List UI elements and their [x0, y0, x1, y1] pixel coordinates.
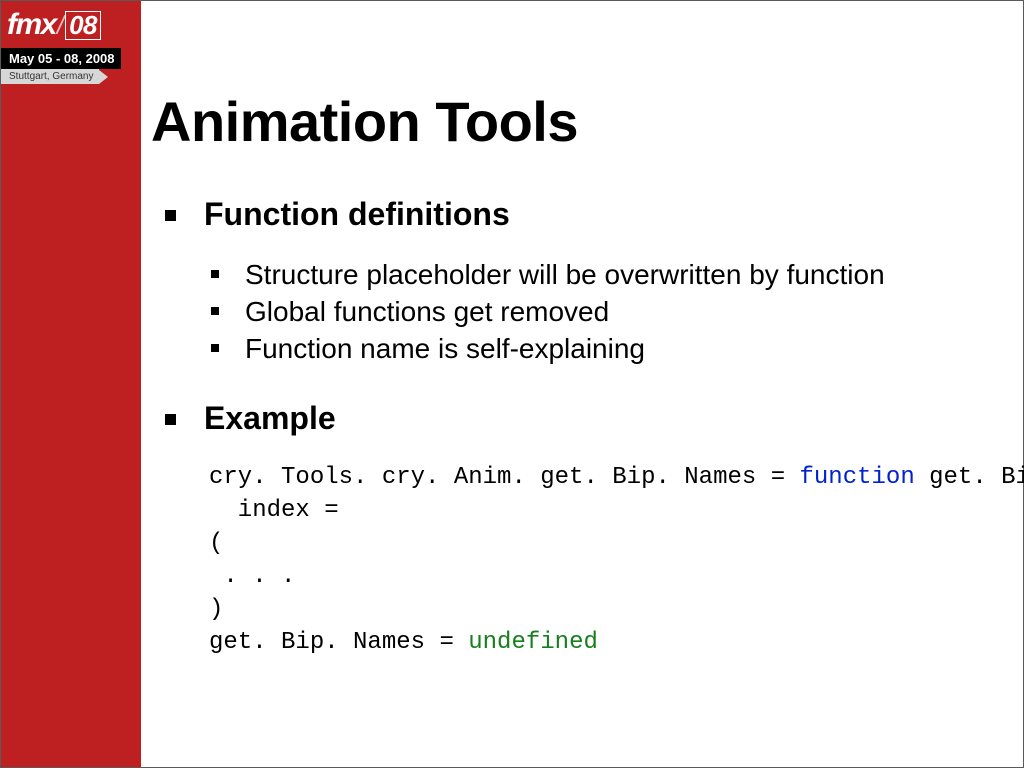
- sub-bullet-text: Global functions get removed: [245, 294, 609, 331]
- bullet-level1: Example: [151, 400, 1003, 437]
- square-bullet-icon: [165, 414, 176, 425]
- event-logo: fmx / 08 May 05 - 08, 2008 Stuttgart, Ge…: [1, 8, 136, 84]
- logo-location-row: Stuttgart, Germany: [1, 69, 136, 84]
- sub-bullet-text: Function name is self-explaining: [245, 331, 645, 368]
- bullet-level2: Function name is self-explaining: [151, 331, 1003, 368]
- square-bullet-icon: [211, 270, 219, 278]
- code-text: get. Bip. Names: [915, 464, 1024, 491]
- slide-content: Animation Tools Function definitions Str…: [151, 89, 1003, 660]
- bullet-level1: Function definitions: [151, 196, 1003, 233]
- code-text: (: [209, 530, 223, 557]
- logo-brand-text: fmx: [7, 8, 56, 42]
- logo-location: Stuttgart, Germany: [1, 69, 99, 84]
- keyword-function: function: [800, 464, 915, 491]
- logo-title-row: fmx / 08: [1, 8, 136, 42]
- arrow-right-icon: [99, 70, 108, 84]
- code-text: index =: [209, 497, 339, 524]
- bullet-level2: Structure placeholder will be overwritte…: [151, 257, 1003, 294]
- sidebar: fmx / 08 May 05 - 08, 2008 Stuttgart, Ge…: [1, 1, 141, 767]
- slide-title: Animation Tools: [151, 89, 1003, 154]
- code-text: ): [209, 596, 223, 623]
- logo-dates: May 05 - 08, 2008: [1, 48, 121, 69]
- slide: fmx / 08 May 05 - 08, 2008 Stuttgart, Ge…: [0, 0, 1024, 768]
- heading-function-definitions: Function definitions: [204, 196, 510, 233]
- square-bullet-icon: [211, 344, 219, 352]
- square-bullet-icon: [211, 307, 219, 315]
- logo-year: 08: [65, 11, 101, 40]
- code-text: get. Bip. Names =: [209, 629, 468, 656]
- sub-bullet-text: Structure placeholder will be overwritte…: [245, 257, 885, 294]
- square-bullet-icon: [165, 210, 176, 221]
- keyword-undefined: undefined: [468, 629, 598, 656]
- code-text: cry. Tools. cry. Anim. get. Bip. Names =: [209, 464, 800, 491]
- code-text: . . .: [209, 563, 295, 590]
- logo-slash: /: [57, 10, 64, 41]
- sub-bullets: Structure placeholder will be overwritte…: [151, 257, 1003, 368]
- heading-example: Example: [204, 400, 336, 437]
- bullet-level2: Global functions get removed: [151, 294, 1003, 331]
- code-block: cry. Tools. cry. Anim. get. Bip. Names =…: [209, 461, 1003, 660]
